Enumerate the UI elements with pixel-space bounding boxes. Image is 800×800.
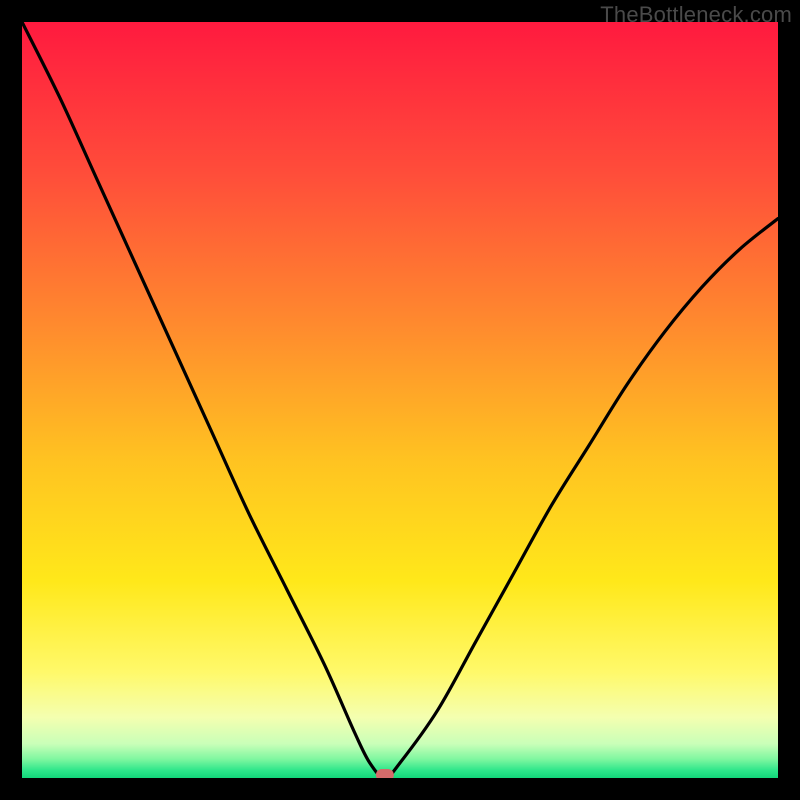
minimum-marker-icon bbox=[376, 769, 394, 778]
chart-svg bbox=[22, 22, 778, 778]
chart-frame: TheBottleneck.com bbox=[0, 0, 800, 800]
plot-area bbox=[22, 22, 778, 778]
gradient-background bbox=[22, 22, 778, 778]
